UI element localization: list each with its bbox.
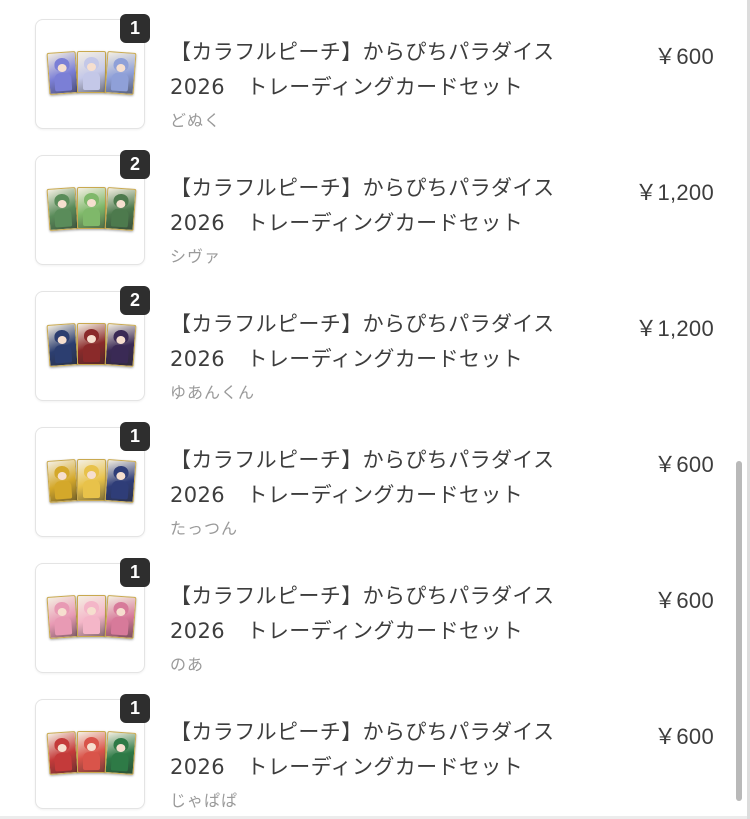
trading-card-image xyxy=(77,323,106,365)
product-title[interactable]: 【カラフルピーチ】からぴちパラダイス 2026 トレーディングカードセット xyxy=(170,35,610,105)
trading-card-image xyxy=(104,595,137,639)
card-set-image xyxy=(46,731,137,776)
trading-card-image xyxy=(77,731,106,773)
trading-card-image xyxy=(46,51,79,95)
quantity-badge: 1 xyxy=(120,694,150,723)
trading-card-image xyxy=(104,459,137,503)
list-item[interactable]: 1 【カラフルピーチ】からぴちパラダイス 2026 トレーディングカードセット … xyxy=(0,558,747,695)
variant-name: どぬく xyxy=(170,111,222,130)
scrollbar-thumb[interactable] xyxy=(736,461,742,801)
item-price: ￥600 xyxy=(654,44,714,69)
trading-card-image xyxy=(46,323,79,367)
quantity-badge: 1 xyxy=(120,558,150,587)
item-price: ￥1,200 xyxy=(635,180,714,205)
card-set-image xyxy=(46,459,137,504)
trading-card-image xyxy=(77,459,106,501)
trading-card-image xyxy=(104,731,137,775)
quantity-badge: 1 xyxy=(120,14,150,43)
list-item[interactable]: 2 【カラフルピーチ】からぴちパラダイス 2026 トレーディングカードセット … xyxy=(0,286,747,423)
trading-card-image xyxy=(77,187,106,229)
item-price: ￥1,200 xyxy=(635,316,714,341)
product-title[interactable]: 【カラフルピーチ】からぴちパラダイス 2026 トレーディングカードセット xyxy=(170,171,610,241)
product-title[interactable]: 【カラフルピーチ】からぴちパラダイス 2026 トレーディングカードセット xyxy=(170,307,610,377)
trading-card-image xyxy=(77,595,106,637)
product-title[interactable]: 【カラフルピーチ】からぴちパラダイス 2026 トレーディングカードセット xyxy=(170,715,610,785)
item-price: ￥600 xyxy=(654,588,714,613)
item-price: ￥600 xyxy=(654,724,714,749)
product-title[interactable]: 【カラフルピーチ】からぴちパラダイス 2026 トレーディングカードセット xyxy=(170,443,610,513)
card-set-image xyxy=(46,323,137,368)
trading-card-image xyxy=(104,323,137,367)
item-price: ￥600 xyxy=(654,452,714,477)
product-title[interactable]: 【カラフルピーチ】からぴちパラダイス 2026 トレーディングカードセット xyxy=(170,579,610,649)
variant-name: たっつん xyxy=(170,519,239,538)
trading-card-image xyxy=(104,187,137,231)
quantity-badge: 1 xyxy=(120,422,150,451)
card-set-image xyxy=(46,595,137,640)
variant-name: ゆあんくん xyxy=(170,383,256,402)
variant-name: のあ xyxy=(170,655,205,674)
order-items-panel: 1 【カラフルピーチ】からぴちパラダイス 2026 トレーディングカードセット … xyxy=(0,0,747,816)
card-set-image xyxy=(46,51,137,96)
trading-card-image xyxy=(46,187,79,231)
trading-card-image xyxy=(46,595,79,639)
list-item[interactable]: 1 【カラフルピーチ】からぴちパラダイス 2026 トレーディングカードセット … xyxy=(0,694,747,816)
order-item-list: 1 【カラフルピーチ】からぴちパラダイス 2026 トレーディングカードセット … xyxy=(0,0,747,816)
list-item[interactable]: 1 【カラフルピーチ】からぴちパラダイス 2026 トレーディングカードセット … xyxy=(0,422,747,559)
trading-card-image xyxy=(104,51,137,95)
quantity-badge: 2 xyxy=(120,286,150,315)
trading-card-image xyxy=(46,731,79,775)
variant-name: じゃぱぱ xyxy=(170,791,239,810)
trading-card-image xyxy=(77,51,106,93)
trading-card-image xyxy=(46,459,79,503)
variant-name: シヴァ xyxy=(170,247,222,266)
list-item[interactable]: 2 【カラフルピーチ】からぴちパラダイス 2026 トレーディングカードセット … xyxy=(0,150,747,287)
card-set-image xyxy=(46,187,137,232)
quantity-badge: 2 xyxy=(120,150,150,179)
list-item[interactable]: 1 【カラフルピーチ】からぴちパラダイス 2026 トレーディングカードセット … xyxy=(0,14,747,151)
